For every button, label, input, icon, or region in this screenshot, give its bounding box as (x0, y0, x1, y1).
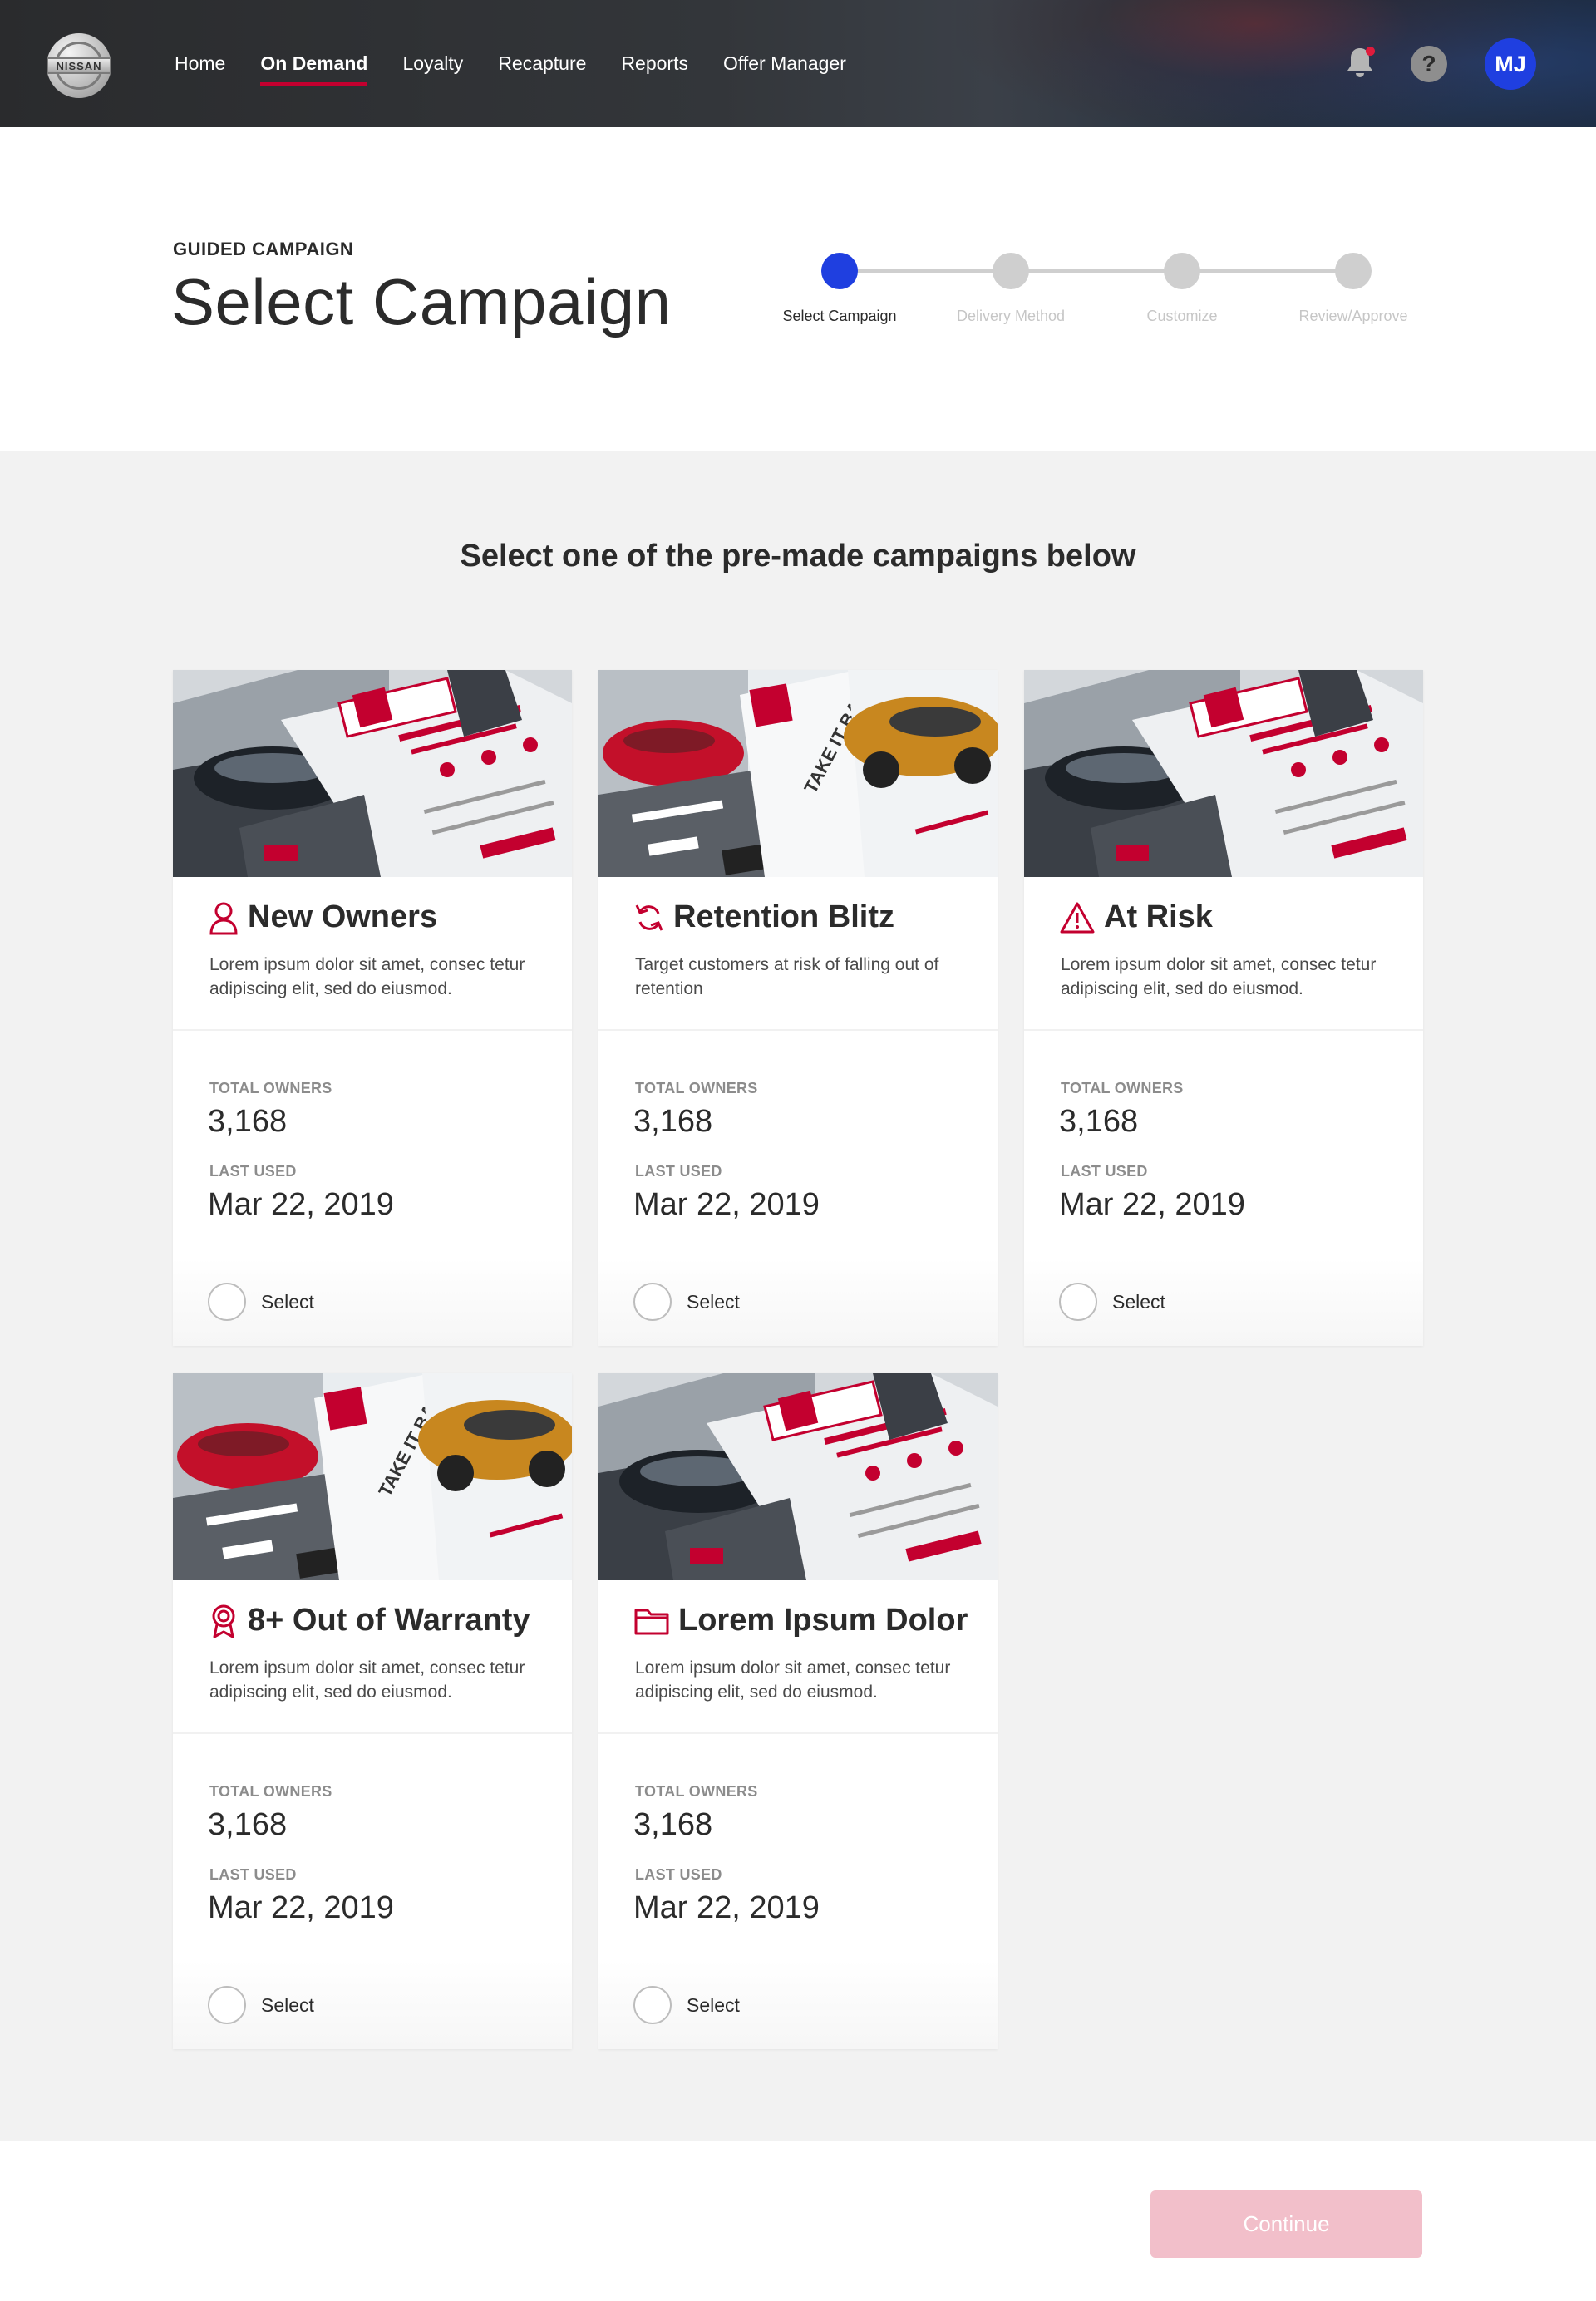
last-used-value: Mar 22, 2019 (208, 1890, 394, 1925)
card-footer: Select (598, 1961, 998, 2049)
step-label: Customize (1146, 308, 1218, 324)
campaign-thumbnail (173, 670, 572, 877)
nav-item-loyalty[interactable]: Loyalty (402, 0, 463, 127)
card-divider (173, 1732, 572, 1734)
total-owners-value: 3,168 (208, 1104, 288, 1139)
campaign-card-at-risk[interactable]: At Risk Lorem ipsum dolor sit amet, cons… (1024, 670, 1423, 1346)
campaign-thumbnail (598, 670, 998, 877)
total-owners-value: 3,168 (633, 1104, 713, 1139)
step-customize: Customize (1116, 249, 1249, 325)
last-used-label: LAST USED (635, 1866, 722, 1883)
step-review-approve: Review/Approve (1287, 249, 1420, 325)
campaign-card-retention-blitz[interactable]: Retention Blitz Target customers at risk… (598, 670, 998, 1346)
card-title: New Owners (248, 899, 438, 934)
select-radio[interactable] (208, 1986, 246, 2024)
campaign-card-new-owners[interactable]: New Owners Lorem ipsum dolor sit amet, c… (173, 670, 572, 1346)
total-owners-value: 3,168 (633, 1807, 713, 1842)
card-description: Target customers at risk of falling out … (635, 955, 939, 998)
person-icon (209, 902, 238, 934)
card-description: Lorem ipsum dolor sit amet, consec tetur… (209, 955, 525, 998)
step-dot (993, 253, 1029, 289)
last-used-label: LAST USED (1061, 1163, 1148, 1180)
refresh-icon (635, 904, 663, 931)
total-owners-value: 3,168 (208, 1807, 288, 1842)
nav-item-recapture[interactable]: Recapture (498, 0, 586, 127)
select-radio[interactable] (633, 1283, 672, 1321)
card-footer: Select (598, 1258, 998, 1346)
total-owners-value: 3,168 (1059, 1104, 1139, 1139)
select-radio[interactable] (208, 1283, 246, 1321)
card-title: At Risk (1104, 899, 1213, 934)
card-title: 8+ Out of Warranty (248, 1603, 530, 1638)
select-radio[interactable] (1059, 1283, 1097, 1321)
nav-item-offer-manager[interactable]: Offer Manager (723, 0, 846, 127)
last-used-label: LAST USED (209, 1163, 297, 1180)
nissan-logo[interactable]: NISSAN (47, 33, 111, 98)
campaign-card-out-of-warranty[interactable]: 8+ Out of Warranty Lorem ipsum dolor sit… (173, 1373, 572, 2049)
campaign-thumbnail (598, 1373, 998, 1580)
select-radio[interactable] (633, 1986, 672, 2024)
card-footer: Select (173, 1961, 572, 2049)
total-owners-label: TOTAL OWNERS (635, 1080, 758, 1096)
last-used-value: Mar 22, 2019 (633, 1187, 820, 1222)
notification-dot (1366, 47, 1375, 56)
step-dot (1164, 253, 1200, 289)
campaign-card-lorem-ipsum-dolor[interactable]: Lorem Ipsum Dolor Lorem ipsum dolor sit … (598, 1373, 998, 2049)
total-owners-label: TOTAL OWNERS (1061, 1080, 1184, 1096)
section-subtitle: Select one of the pre-made campaigns bel… (460, 539, 1136, 574)
campaign-thumbnail (173, 1373, 572, 1580)
card-divider (598, 1029, 998, 1031)
award-icon (212, 1604, 235, 1638)
nav-item-on-demand[interactable]: On Demand (260, 0, 368, 127)
campaign-thumbnail (1024, 670, 1423, 877)
last-used-label: LAST USED (209, 1866, 297, 1883)
card-footer: Select (173, 1258, 572, 1346)
last-used-value: Mar 22, 2019 (208, 1187, 394, 1222)
step-select-campaign[interactable]: Select Campaign (773, 249, 906, 325)
card-description: Lorem ipsum dolor sit amet, consec tetur… (209, 1658, 525, 1702)
total-owners-label: TOTAL OWNERS (635, 1783, 758, 1800)
total-owners-label: TOTAL OWNERS (209, 1783, 332, 1800)
card-description: Lorem ipsum dolor sit amet, consec tetur… (635, 1658, 951, 1702)
top-nav-bar: NISSAN Home On Demand Loyalty Recapture … (0, 0, 1596, 127)
card-title: Lorem Ipsum Dolor (678, 1603, 968, 1638)
card-divider (173, 1029, 572, 1031)
page-title: Select Campaign (171, 265, 672, 338)
card-footer: Select (1024, 1258, 1423, 1346)
warning-icon (1060, 902, 1095, 933)
help-icon[interactable]: ? (1411, 46, 1447, 82)
bell-icon[interactable] (1340, 43, 1380, 83)
step-label: Review/Approve (1298, 308, 1408, 324)
step-dot (1335, 253, 1372, 289)
continue-button[interactable]: Continue (1150, 2190, 1422, 2258)
user-avatar[interactable]: MJ (1485, 38, 1536, 90)
last-used-label: LAST USED (635, 1163, 722, 1180)
card-divider (1024, 1029, 1423, 1031)
select-label[interactable]: Select (1112, 1291, 1165, 1313)
last-used-value: Mar 22, 2019 (633, 1890, 820, 1925)
step-label: Delivery Method (956, 308, 1066, 324)
logo-text: NISSAN (47, 57, 111, 74)
progress-stepper: Select Campaign Delivery Method Customiz… (773, 249, 1421, 333)
select-label[interactable]: Select (687, 1994, 740, 2017)
last-used-value: Mar 22, 2019 (1059, 1187, 1245, 1222)
folder-icon (634, 1609, 669, 1634)
card-divider (598, 1732, 998, 1734)
main-nav: Home On Demand Loyalty Recapture Reports… (175, 0, 881, 127)
card-title: Retention Blitz (673, 899, 894, 934)
step-label: Select Campaign (782, 308, 897, 324)
select-label[interactable]: Select (261, 1291, 314, 1313)
nav-item-reports[interactable]: Reports (621, 0, 688, 127)
select-label[interactable]: Select (687, 1291, 740, 1313)
step-delivery-method: Delivery Method (944, 249, 1077, 325)
select-label[interactable]: Select (261, 1994, 314, 2017)
step-dot (821, 253, 858, 289)
nav-item-home[interactable]: Home (175, 0, 225, 127)
stepper-track (843, 269, 1357, 273)
page-eyebrow: GUIDED CAMPAIGN (173, 239, 354, 259)
card-description: Lorem ipsum dolor sit amet, consec tetur… (1061, 955, 1377, 998)
total-owners-label: TOTAL OWNERS (209, 1080, 332, 1096)
